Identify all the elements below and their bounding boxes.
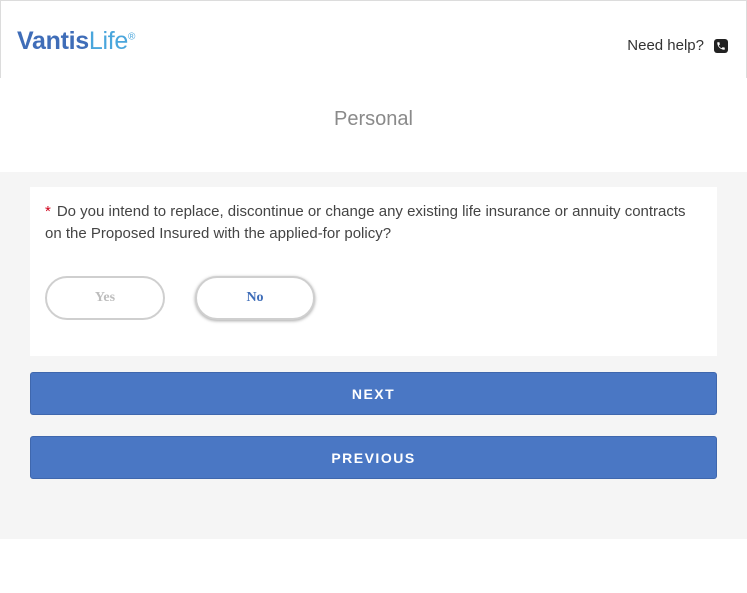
logo-life: Life: [88, 27, 128, 55]
page: VantisLife® Need help? Personal * Do you …: [0, 0, 747, 593]
header: VantisLife® Need help?: [0, 0, 747, 78]
yes-option-button[interactable]: Yes: [45, 276, 165, 320]
next-button[interactable]: NEXT: [30, 372, 717, 415]
section-title: Personal: [334, 108, 413, 130]
required-marker: *: [45, 203, 51, 220]
question-text: Do you intend to replace, discontinue or…: [45, 203, 686, 242]
previous-button[interactable]: PREVIOUS: [30, 436, 717, 479]
logo-brand: Vantis: [17, 27, 89, 55]
no-option-button[interactable]: No: [195, 276, 315, 320]
need-help-label: Need help?: [627, 37, 704, 54]
logo-registered-mark: ®: [127, 31, 136, 43]
vantis-life-logo: VantisLife®: [17, 27, 135, 55]
need-help-link[interactable]: Need help?: [627, 37, 728, 54]
question-card: * Do you intend to replace, discontinue o…: [30, 187, 717, 356]
phone-icon: [714, 38, 728, 53]
question-text-block: * Do you intend to replace, discontinue o…: [45, 201, 695, 245]
